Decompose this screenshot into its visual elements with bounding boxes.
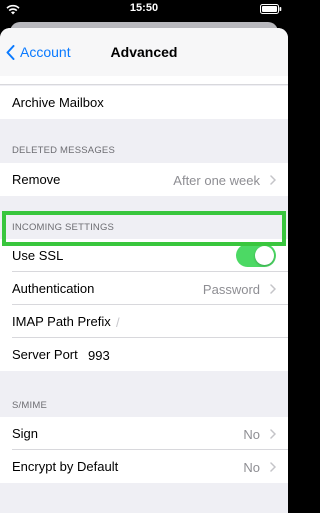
authentication-value: Password — [202, 282, 260, 297]
settings-sheet: Account Advanced Archive Mailbox DELETED… — [0, 28, 288, 513]
sign-label: Sign — [12, 426, 39, 441]
imap-path-prefix-field[interactable]: / — [116, 315, 120, 330]
use-ssl-toggle[interactable] — [236, 244, 276, 267]
chevron-right-icon — [270, 175, 276, 185]
page-title: Advanced — [110, 44, 178, 60]
imap-path-prefix-label: IMAP Path Prefix — [12, 314, 111, 329]
authentication-row[interactable]: Authentication Password — [0, 272, 288, 305]
encrypt-by-default-label: Encrypt by Default — [12, 459, 119, 474]
chevron-right-icon — [270, 462, 276, 472]
use-ssl-label: Use SSL — [12, 248, 64, 263]
remove-row[interactable]: Remove After one week — [0, 163, 288, 196]
section-header-smime: S/MIME — [12, 400, 47, 411]
chevron-right-icon — [270, 284, 276, 294]
section-header-deleted-messages: DELETED MESSAGES — [12, 145, 115, 156]
sign-row[interactable]: Sign No — [0, 417, 288, 450]
encrypt-by-default-row[interactable]: Encrypt by Default No — [0, 450, 288, 483]
authentication-label: Authentication — [12, 281, 95, 296]
server-port-row[interactable]: Server Port 993 — [0, 338, 288, 371]
remove-label: Remove — [12, 172, 61, 187]
section-header-incoming-settings: INCOMING SETTINGS — [12, 222, 115, 233]
imap-path-prefix-row[interactable]: IMAP Path Prefix / — [0, 305, 288, 338]
toggle-knob — [255, 246, 274, 265]
battery-icon — [260, 4, 282, 14]
server-port-field[interactable]: 993 — [88, 348, 110, 363]
sign-value: No — [243, 427, 260, 442]
chevron-right-icon — [270, 429, 276, 439]
status-bar: 15:50 — [0, 0, 288, 18]
use-ssl-row: Use SSL — [0, 239, 288, 272]
status-time: 15:50 — [129, 2, 159, 14]
archive-mailbox-row[interactable]: Archive Mailbox — [0, 86, 288, 119]
navigation-bar: Account Advanced — [0, 28, 288, 76]
server-port-label: Server Port — [12, 347, 78, 362]
archive-mailbox-label: Archive Mailbox — [12, 95, 104, 110]
encrypt-by-default-value: No — [243, 460, 260, 475]
remove-value: After one week — [173, 173, 260, 188]
clipped-row[interactable] — [0, 76, 288, 85]
